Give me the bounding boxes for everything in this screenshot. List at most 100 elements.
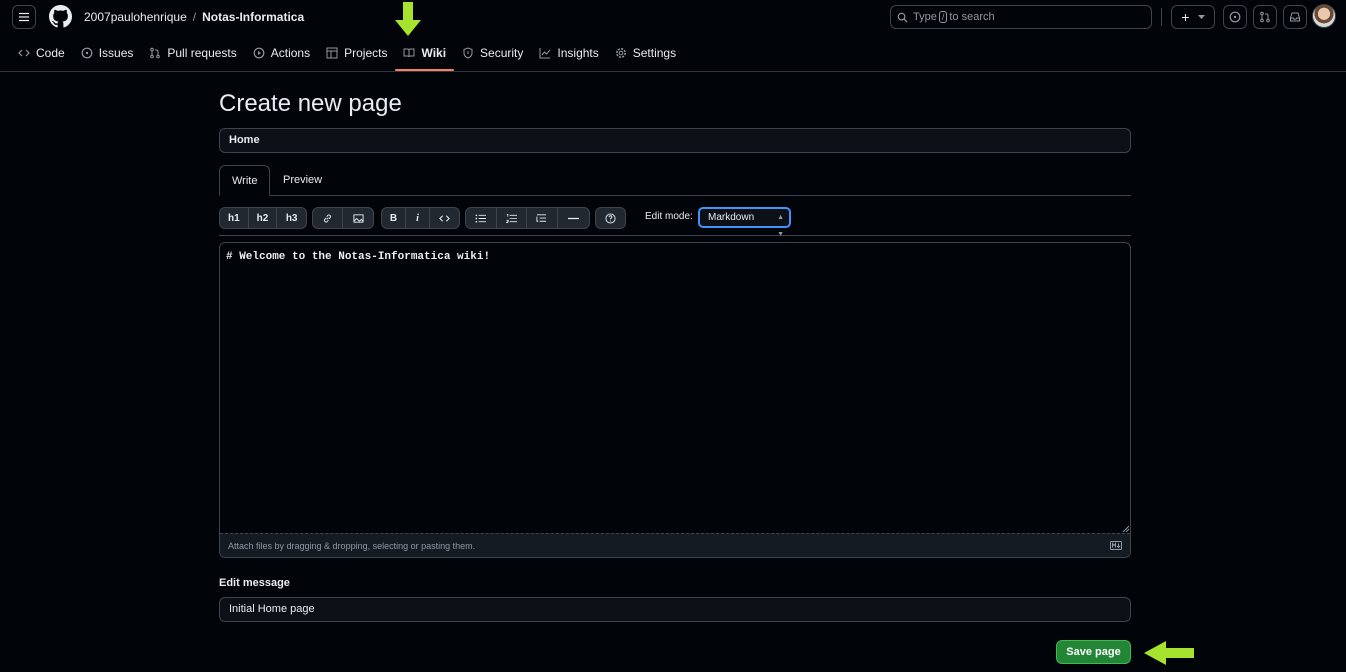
h3-button[interactable]: h3 (277, 208, 306, 228)
h1-button[interactable]: h1 (220, 208, 249, 228)
tab-projects[interactable]: Projects (318, 38, 395, 68)
search-input[interactable]: Type / to search (890, 5, 1152, 29)
bold-button[interactable]: B (382, 208, 406, 228)
shield-icon (463, 47, 473, 59)
help-group (595, 207, 626, 229)
format-group: B i (381, 207, 460, 229)
task-list-icon (536, 213, 547, 222)
tab-pull-requests[interactable]: Pull requests (141, 38, 244, 68)
tab-write[interactable]: Write (219, 165, 271, 196)
tab-wiki-label: Wiki (421, 46, 447, 60)
link-icon (324, 214, 331, 222)
graph-icon (539, 48, 551, 59)
editor-content[interactable]: # Welcome to the Notas-Informatica wiki! (226, 251, 490, 263)
code-icon (439, 214, 450, 222)
h2-button[interactable]: h2 (249, 208, 278, 228)
edit-mode-select[interactable]: Markdown ▲▼ (698, 207, 791, 238)
select-caret-icon: ▲▼ (777, 214, 784, 238)
page-title: Create new page (219, 90, 402, 117)
inbox-icon (1290, 12, 1300, 22)
edit-message-input[interactable]: Initial Home page (219, 597, 1131, 622)
tab-actions-label: Actions (270, 46, 311, 60)
tab-pull-requests-label: Pull requests (167, 46, 237, 60)
tab-security-label: Security (480, 46, 524, 60)
wiki-content-editor[interactable]: # Welcome to the Notas-Informatica wiki!… (219, 242, 1131, 558)
tab-settings[interactable]: Settings (607, 38, 684, 68)
list-group (465, 207, 590, 229)
tab-preview[interactable]: Preview (271, 165, 334, 195)
hamburger-icon (19, 12, 29, 22)
owner-link[interactable]: 2007paulohenrique (84, 10, 187, 24)
search-prefix: Type (913, 11, 937, 23)
tab-issues[interactable]: Issues (73, 38, 142, 68)
book-icon (403, 48, 415, 58)
search-suffix: to search (949, 11, 995, 23)
github-logo-icon[interactable] (49, 5, 72, 28)
create-new-button[interactable]: + (1171, 5, 1215, 29)
menu-button[interactable] (12, 5, 36, 29)
code-button[interactable] (430, 208, 459, 228)
play-icon (253, 47, 265, 59)
file-attach-bar[interactable]: Attach files by dragging & dropping, sel… (220, 533, 1130, 557)
annotation-arrow-left-icon (1144, 641, 1194, 665)
bullet-list-icon (475, 213, 487, 223)
edit-mode-label: Edit mode: (645, 211, 693, 222)
task-list-button[interactable] (527, 208, 558, 228)
numbered-list-icon (505, 213, 517, 223)
header-divider (1161, 8, 1162, 26)
tab-wiki[interactable]: Wiki (395, 38, 454, 71)
edit-mode-value: Markdown (708, 212, 755, 223)
chevron-down-icon (1197, 14, 1205, 19)
tab-actions[interactable]: Actions (245, 38, 318, 68)
breadcrumb-separator: / (192, 10, 197, 24)
tab-code-label: Code (36, 46, 65, 60)
tab-code[interactable]: Code (10, 38, 73, 68)
search-shortcut-key: / (938, 11, 948, 23)
global-header: 2007paulohenrique / Notas-Informatica Ty… (0, 0, 1346, 72)
editor-content-text: # Welcome to the Notas-Informatica wiki! (226, 251, 491, 263)
user-avatar[interactable] (1312, 4, 1336, 28)
pull-request-icon (1260, 11, 1270, 23)
search-icon (897, 12, 908, 23)
question-icon (605, 212, 616, 224)
save-page-button[interactable]: Save page (1056, 640, 1131, 664)
tab-insights-label: Insights (557, 46, 599, 60)
image-button[interactable] (343, 208, 373, 228)
plus-icon: + (1181, 9, 1190, 25)
annotation-arrow-down-icon (395, 2, 421, 36)
tab-projects-label: Projects (344, 46, 388, 60)
inbox-button[interactable] (1283, 5, 1307, 29)
code-icon (18, 49, 30, 57)
bullet-list-button[interactable] (466, 208, 497, 228)
pull-requests-button[interactable] (1253, 5, 1277, 29)
table-icon (326, 47, 338, 59)
help-button[interactable] (596, 208, 625, 228)
toolbar-divider (219, 235, 1131, 236)
pull-request-icon (150, 47, 161, 59)
issue-circle-icon (1229, 11, 1241, 23)
image-icon (352, 213, 364, 223)
repo-nav: Code Issues Pull requests Actions Projec… (10, 38, 684, 71)
markdown-icon[interactable] (1110, 541, 1122, 550)
breadcrumb: 2007paulohenrique / Notas-Informatica (84, 10, 304, 24)
horizontal-rule-icon (567, 217, 579, 219)
repo-link[interactable]: Notas-Informatica (202, 10, 304, 24)
insert-group (312, 207, 374, 229)
numbered-list-button[interactable] (497, 208, 528, 228)
issue-icon (81, 47, 93, 59)
italic-button[interactable]: i (406, 208, 430, 228)
tab-issues-label: Issues (98, 46, 134, 60)
horizontal-rule-button[interactable] (558, 208, 589, 228)
heading-group: h1 h2 h3 (219, 207, 307, 229)
gear-icon (615, 48, 626, 58)
tab-settings-label: Settings (632, 46, 677, 60)
tab-security[interactable]: Security (454, 38, 531, 68)
editor-tabs: Write Preview (219, 165, 1131, 196)
edit-message-label: Edit message (219, 577, 290, 589)
attach-hint: Attach files by dragging & dropping, sel… (228, 541, 476, 551)
resize-handle-icon[interactable] (1121, 524, 1129, 532)
page-name-input[interactable]: Home (219, 128, 1131, 153)
tab-insights[interactable]: Insights (531, 38, 606, 68)
issues-button[interactable] (1223, 5, 1247, 29)
link-button[interactable] (313, 208, 344, 228)
